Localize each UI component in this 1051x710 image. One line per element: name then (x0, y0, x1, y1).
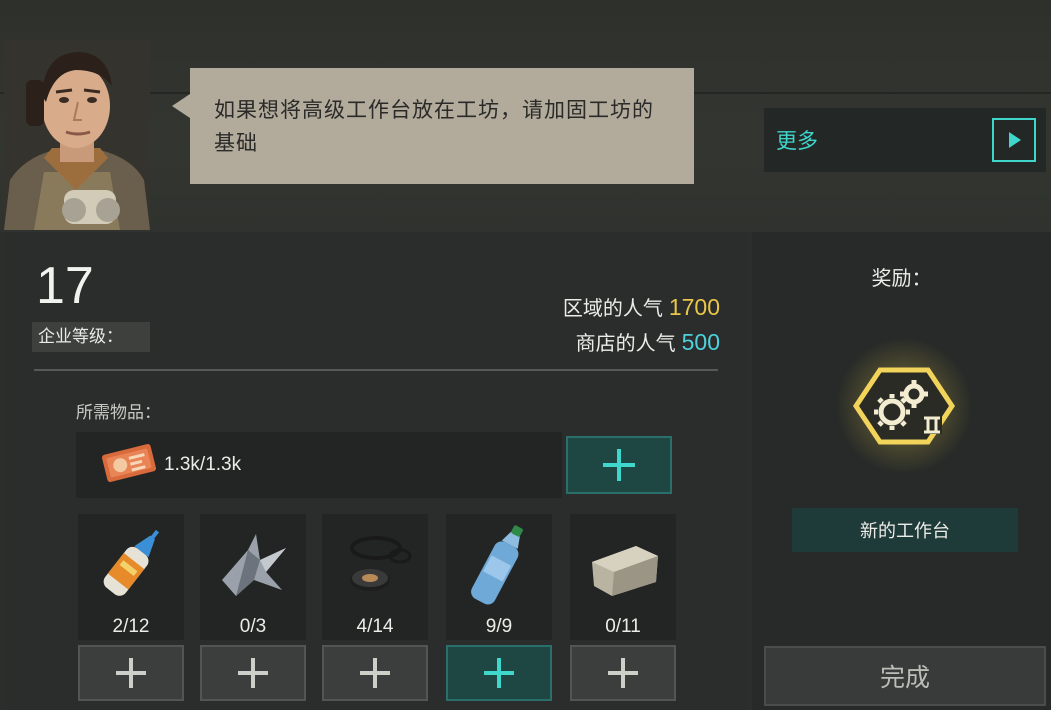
add-item-button-scrap-metal[interactable] (200, 645, 306, 701)
add-money-button[interactable] (566, 436, 672, 494)
enterprise-level-value: 17 (36, 257, 94, 315)
scrap-metal-icon (208, 520, 298, 610)
npc-portrait (4, 40, 150, 230)
item-card-water-bottle: 9/9 (446, 514, 552, 640)
enterprise-level-label: 企业等级： (32, 322, 150, 352)
add-item-button-rubber-seal[interactable] (322, 645, 428, 701)
region-popularity-label: 区域的人气 (562, 296, 663, 320)
more-button[interactable]: 更多 (764, 108, 1046, 172)
plus-icon (603, 449, 635, 481)
workbench-gears-icon (834, 336, 974, 476)
item-card-stone-block: 0/11 (570, 514, 676, 640)
plus-icon (360, 658, 390, 688)
shop-popularity-value: 500 (681, 329, 720, 355)
money-requirement-row: 1.3k/1.3k (76, 432, 562, 498)
shop-popularity-label: 商店的人气 (575, 331, 676, 355)
add-item-button-water-bottle[interactable] (446, 645, 552, 701)
plus-icon (238, 658, 268, 688)
add-item-button-stone-block[interactable] (570, 645, 676, 701)
more-label: 更多 (776, 129, 818, 153)
required-items-label: 所需物品： (76, 403, 161, 423)
complete-button[interactable]: 完成 (764, 646, 1046, 706)
stone-block-icon (578, 520, 668, 610)
reward-title: 奖励： (871, 266, 932, 290)
water-bottle-icon (454, 520, 544, 610)
divider (34, 369, 718, 371)
item-count: 0/11 (605, 616, 641, 637)
plus-icon (116, 658, 146, 688)
shop-popularity: 商店的人气 500 (576, 327, 720, 356)
money-amount: 1.3k/1.3k (164, 454, 242, 475)
item-count: 9/9 (485, 616, 513, 637)
play-icon[interactable] (992, 118, 1036, 162)
money-voucher-icon (100, 441, 158, 489)
item-count: 4/14 (356, 616, 394, 637)
item-card-scrap-metal: 0/3 (200, 514, 306, 640)
add-item-button-glue[interactable] (78, 645, 184, 701)
glue-icon (86, 520, 176, 610)
item-count: 2/12 (112, 616, 150, 637)
item-card-glue: 2/12 (78, 514, 184, 640)
region-popularity-value: 1700 (668, 294, 720, 320)
reward-name: 新的工作台 (792, 508, 1018, 552)
npc-dialog-text: 如果想将高级工作台放在工坊，请加固工坊的基础 (214, 98, 654, 155)
region-popularity: 区域的人气 1700 (563, 292, 720, 321)
plus-icon (608, 658, 638, 688)
item-card-rubber-seal: 4/14 (322, 514, 428, 640)
plus-icon (484, 658, 514, 688)
rubber-seal-icon (330, 520, 420, 610)
npc-dialog-bubble: 如果想将高级工作台放在工坊，请加固工坊的基础 (172, 68, 694, 184)
item-count: 0/3 (239, 616, 267, 637)
